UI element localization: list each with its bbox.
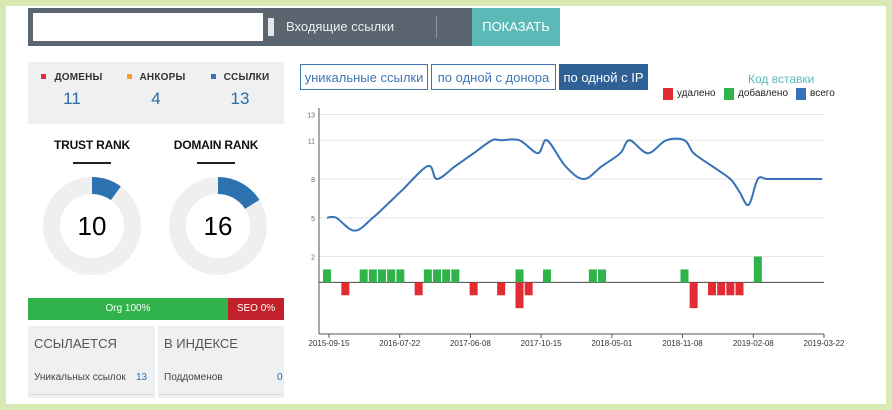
added-bar — [515, 269, 524, 283]
removed-bar — [469, 282, 478, 296]
removed-bar — [689, 282, 698, 309]
added-bar — [423, 269, 432, 283]
x-tick-label: 2015-09-15 — [309, 339, 350, 348]
added-bar — [323, 269, 331, 283]
removed-bar — [717, 282, 726, 296]
x-tick-label: 2017-10-15 — [521, 339, 562, 348]
removed-bar — [726, 282, 735, 296]
added-bar — [588, 269, 597, 283]
x-tick-label: 2017-06-08 — [450, 339, 491, 348]
x-tick-label: 2016-07-22 — [379, 339, 420, 348]
added-bar — [378, 269, 386, 283]
x-tick-label: 2018-11-08 — [662, 339, 703, 348]
y-tick-label: 5 — [311, 216, 315, 223]
added-bar — [396, 269, 405, 283]
y-tick-label: 13 — [307, 112, 315, 119]
links-chart: 2 5 8 11 13 2015-09-15 2016-07-22 2017-06-08 201… — [307, 108, 845, 348]
removed-bar — [414, 282, 423, 296]
x-tick-label: 2018-05-01 — [591, 339, 632, 348]
added-bar — [680, 269, 689, 283]
removed-bar — [735, 282, 744, 296]
removed-bar — [341, 282, 350, 296]
x-tick-label: 2019-03-22 — [804, 339, 845, 348]
y-tick-label: 2 — [311, 255, 315, 262]
added-bar — [387, 269, 396, 283]
removed-bar — [708, 282, 716, 296]
removed-bar — [515, 282, 524, 309]
removed-bar — [497, 282, 506, 296]
y-tick-label: 8 — [311, 177, 315, 184]
removed-bar — [524, 282, 533, 296]
added-bar — [598, 269, 606, 283]
y-tick-label: 11 — [308, 138, 315, 145]
added-bar — [433, 269, 441, 283]
added-bar — [368, 269, 377, 283]
added-bar — [442, 269, 451, 283]
x-tick-label: 2019-02-08 — [733, 339, 774, 348]
added-bar — [543, 269, 551, 283]
added-bar — [359, 269, 368, 283]
added-bar — [753, 256, 762, 283]
added-bar — [451, 269, 460, 283]
total-series-line — [326, 137, 822, 232]
